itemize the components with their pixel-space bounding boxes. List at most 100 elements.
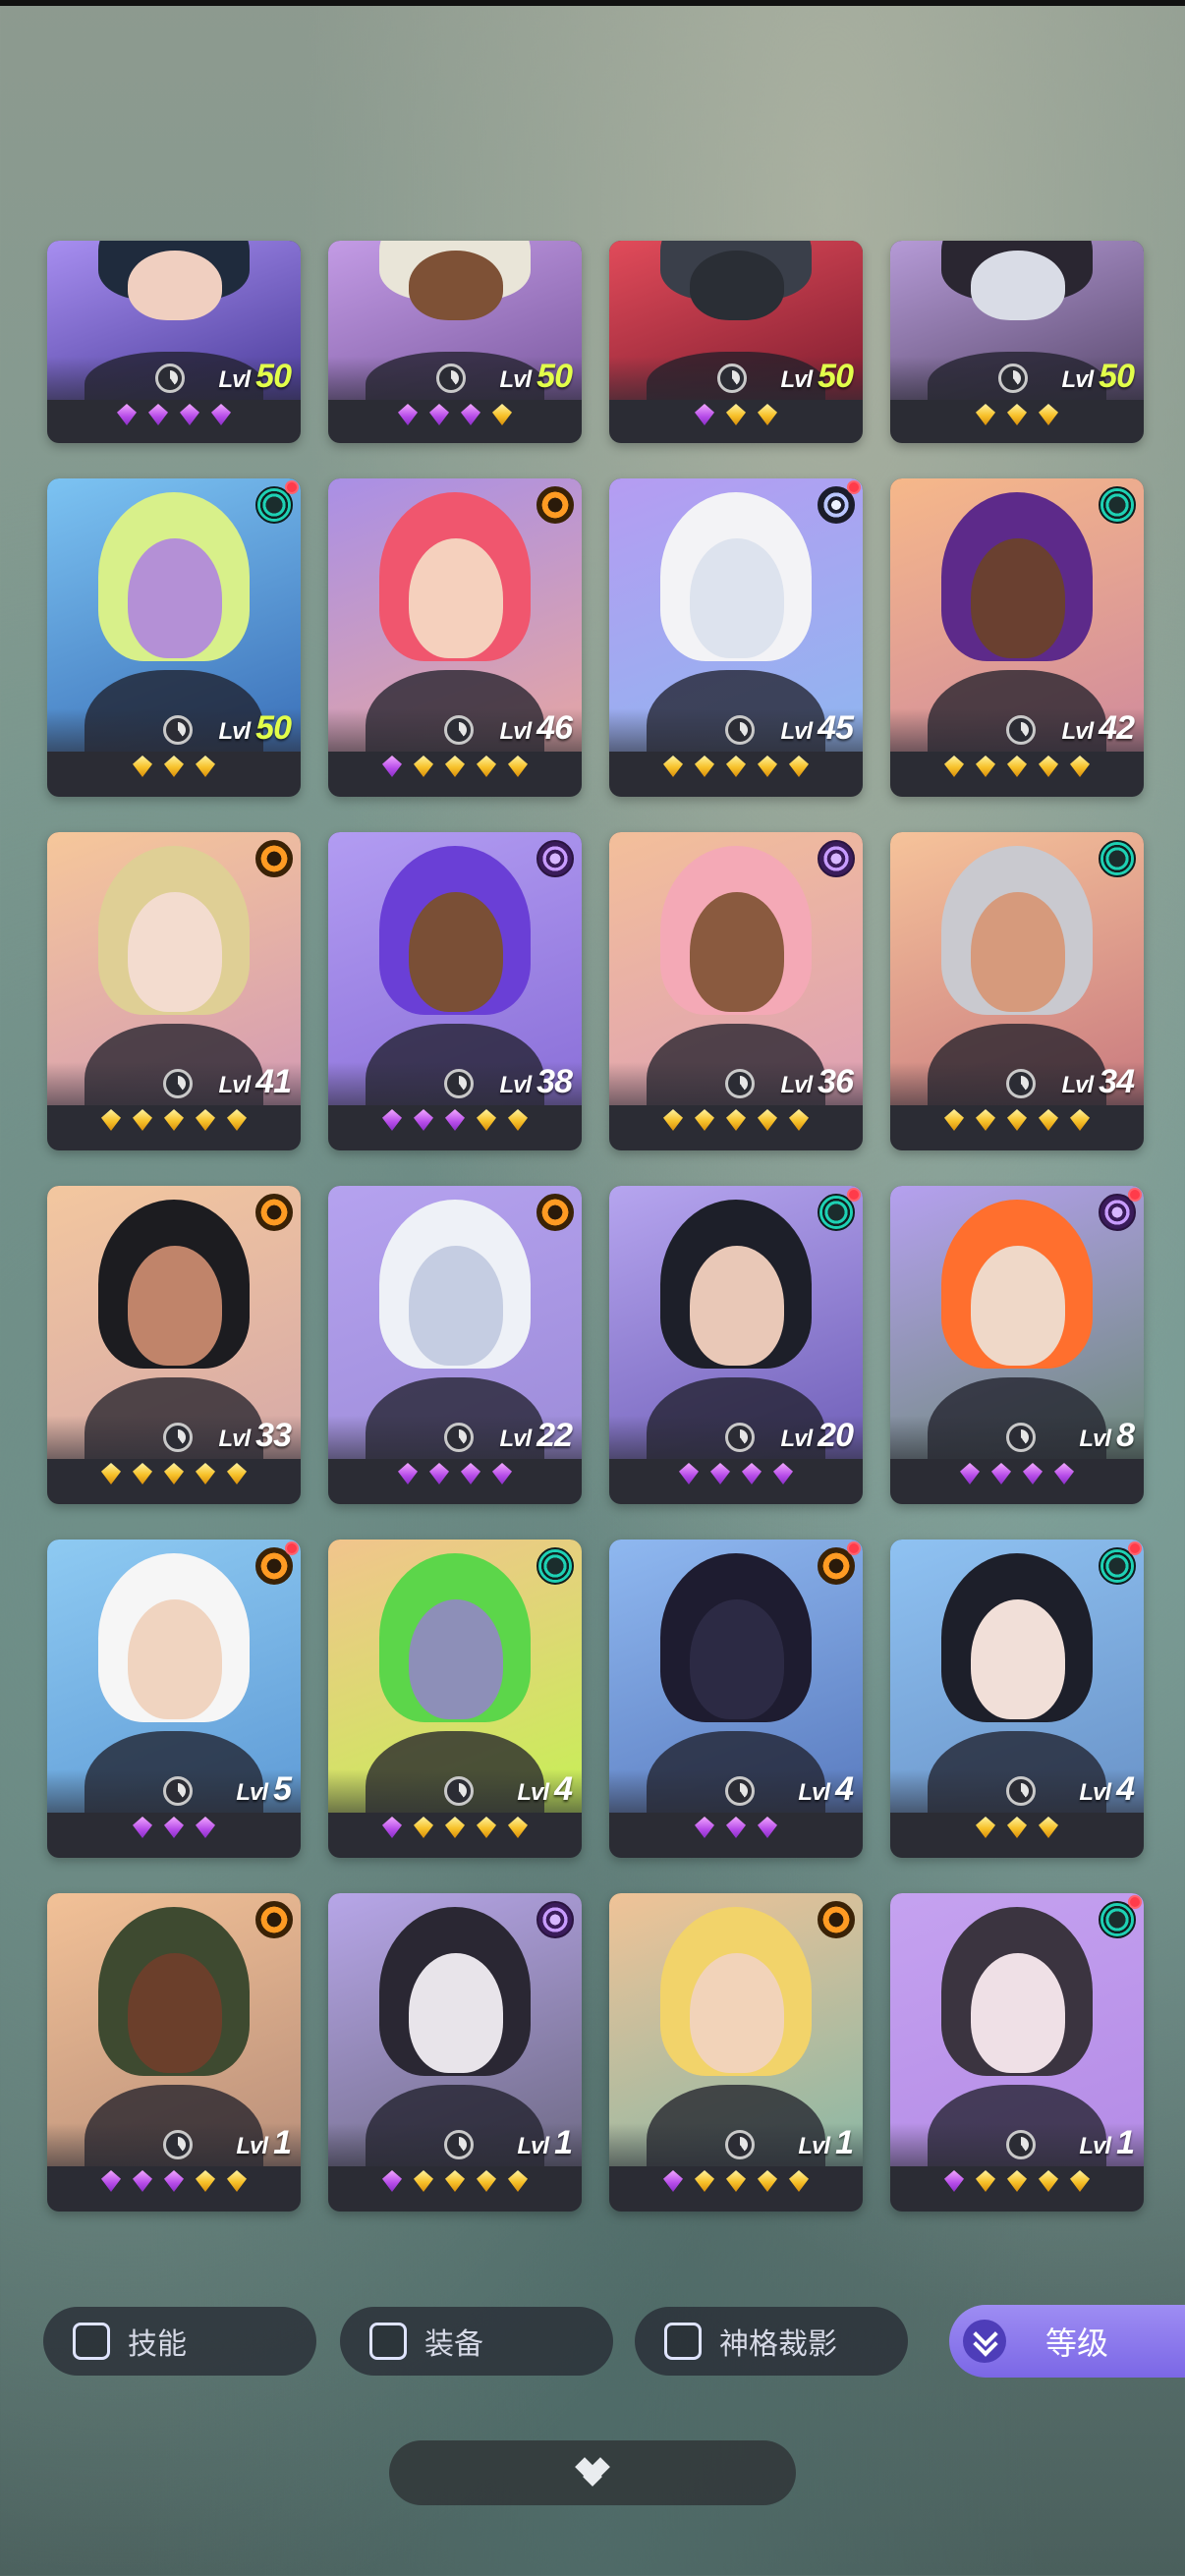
level-progress-icon (1006, 1423, 1036, 1452)
level-progress-icon (163, 1069, 193, 1098)
gold-gem-icon (725, 2168, 747, 2194)
checkbox-equipment[interactable] (369, 2323, 407, 2360)
level-prefix: Lvl (780, 1426, 813, 1452)
hero-card[interactable]: Lvl 45 (609, 478, 863, 797)
faction-emblem-icon (255, 840, 293, 877)
hero-card[interactable]: Lvl 50 (328, 241, 582, 443)
purple-gem-icon (397, 1461, 419, 1486)
bottom-menu-button[interactable] (389, 2440, 796, 2505)
diamond-menu-icon (574, 2457, 613, 2488)
checkbox-skill[interactable] (73, 2323, 110, 2360)
level-bar: Lvl 20 (609, 1416, 863, 1459)
level-bar: Lvl 1 (890, 2123, 1144, 2166)
hero-card[interactable]: Lvl 1 (609, 1893, 863, 2212)
level-number: 46 (536, 709, 573, 747)
star-gems (47, 2166, 301, 2212)
filter-divine-label: 神格裁影 (719, 2328, 837, 2361)
gold-gem-icon (507, 754, 529, 779)
checkbox-divine[interactable] (664, 2323, 702, 2360)
star-gems (47, 1459, 301, 1504)
sort-by-level-button[interactable]: 等级 (949, 2305, 1185, 2378)
hero-card[interactable]: Lvl 33 (47, 1186, 301, 1504)
hero-card[interactable]: Lvl 41 (47, 832, 301, 1150)
star-gems (609, 752, 863, 797)
faction-emblem-icon (536, 1194, 574, 1231)
hero-card[interactable]: Lvl 1 (890, 1893, 1144, 2212)
gold-gem-icon (662, 1107, 684, 1133)
level-prefix: Lvl (499, 1072, 532, 1098)
hero-card[interactable]: Lvl 8 (890, 1186, 1144, 1504)
hero-card[interactable]: Lvl 1 (328, 1893, 582, 2212)
sort-label: 等级 (1045, 2325, 1109, 2361)
gold-gem-icon (975, 1107, 996, 1133)
star-gems (47, 752, 301, 797)
level-number: 1 (554, 2124, 573, 2161)
star-gems (890, 752, 1144, 797)
faction-emblem-icon (818, 840, 855, 877)
level-bar: Lvl 38 (328, 1062, 582, 1105)
hero-card[interactable]: Lvl 20 (609, 1186, 863, 1504)
hero-card[interactable]: Lvl 4 (609, 1540, 863, 1858)
star-gems (890, 1813, 1144, 1858)
level-bar: Lvl 50 (47, 708, 301, 752)
level-prefix: Lvl (798, 2133, 830, 2159)
level-bar: Lvl 22 (328, 1416, 582, 1459)
hero-card[interactable]: Lvl 5 (47, 1540, 301, 1858)
hero-card[interactable]: Lvl 50 (609, 241, 863, 443)
gold-gem-icon (943, 754, 965, 779)
gold-gem-icon (1006, 1107, 1028, 1133)
hero-card[interactable]: Lvl 36 (609, 832, 863, 1150)
gold-gem-icon (195, 1461, 216, 1486)
faction-emblem-icon (1099, 840, 1136, 877)
hero-level: Lvl 45 (780, 709, 854, 748)
hero-level: Lvl 1 (236, 2124, 292, 2162)
level-bar: Lvl 4 (609, 1769, 863, 1813)
hero-level: Lvl 1 (517, 2124, 573, 2162)
gold-gem-icon (757, 402, 778, 427)
hero-card[interactable]: Lvl 4 (890, 1540, 1144, 1858)
hero-card[interactable]: Lvl 1 (47, 1893, 301, 2212)
filter-equipment[interactable]: 装备 (340, 2307, 613, 2376)
level-prefix: Lvl (499, 366, 532, 393)
hero-level: Lvl 8 (1079, 1417, 1135, 1455)
star-gems (890, 1105, 1144, 1150)
hero-card[interactable]: Lvl 50 (47, 241, 301, 443)
gold-gem-icon (132, 1107, 153, 1133)
level-number: 4 (1116, 1770, 1135, 1808)
hero-card[interactable]: Lvl 4 (328, 1540, 582, 1858)
gold-gem-icon (163, 754, 185, 779)
gold-gem-icon (1006, 402, 1028, 427)
level-progress-icon (163, 715, 193, 745)
level-progress-icon (163, 1423, 193, 1452)
hero-card[interactable]: Lvl 34 (890, 832, 1144, 1150)
level-progress-icon (155, 364, 185, 393)
hero-card[interactable]: Lvl 46 (328, 478, 582, 797)
hero-card[interactable]: Lvl 50 (890, 241, 1144, 443)
star-gems (609, 1459, 863, 1504)
filter-skill[interactable]: 技能 (43, 2307, 316, 2376)
level-bar: Lvl 5 (47, 1769, 301, 1813)
hero-card[interactable]: Lvl 50 (47, 478, 301, 797)
level-number: 4 (835, 1770, 854, 1808)
level-prefix: Lvl (1061, 366, 1094, 393)
gold-gem-icon (163, 1107, 185, 1133)
hero-card[interactable]: Lvl 42 (890, 478, 1144, 797)
level-prefix: Lvl (236, 2133, 268, 2159)
level-number: 22 (536, 1417, 573, 1454)
gold-gem-icon (1006, 2168, 1028, 2194)
purple-gem-icon (662, 2168, 684, 2194)
hero-card[interactable]: Lvl 38 (328, 832, 582, 1150)
level-bar: Lvl 1 (328, 2123, 582, 2166)
star-gems (890, 2166, 1144, 2212)
gold-gem-icon (662, 754, 684, 779)
filter-divine[interactable]: 神格裁影 (635, 2307, 908, 2376)
level-progress-icon (725, 1776, 755, 1806)
hero-level: Lvl 4 (798, 1770, 854, 1809)
hero-card[interactable]: Lvl 22 (328, 1186, 582, 1504)
purple-gem-icon (100, 2168, 122, 2194)
purple-gem-icon (757, 1815, 778, 1840)
level-prefix: Lvl (780, 718, 813, 745)
level-number: 34 (1099, 1063, 1135, 1100)
purple-gem-icon (132, 1815, 153, 1840)
star-gems (890, 400, 1144, 443)
